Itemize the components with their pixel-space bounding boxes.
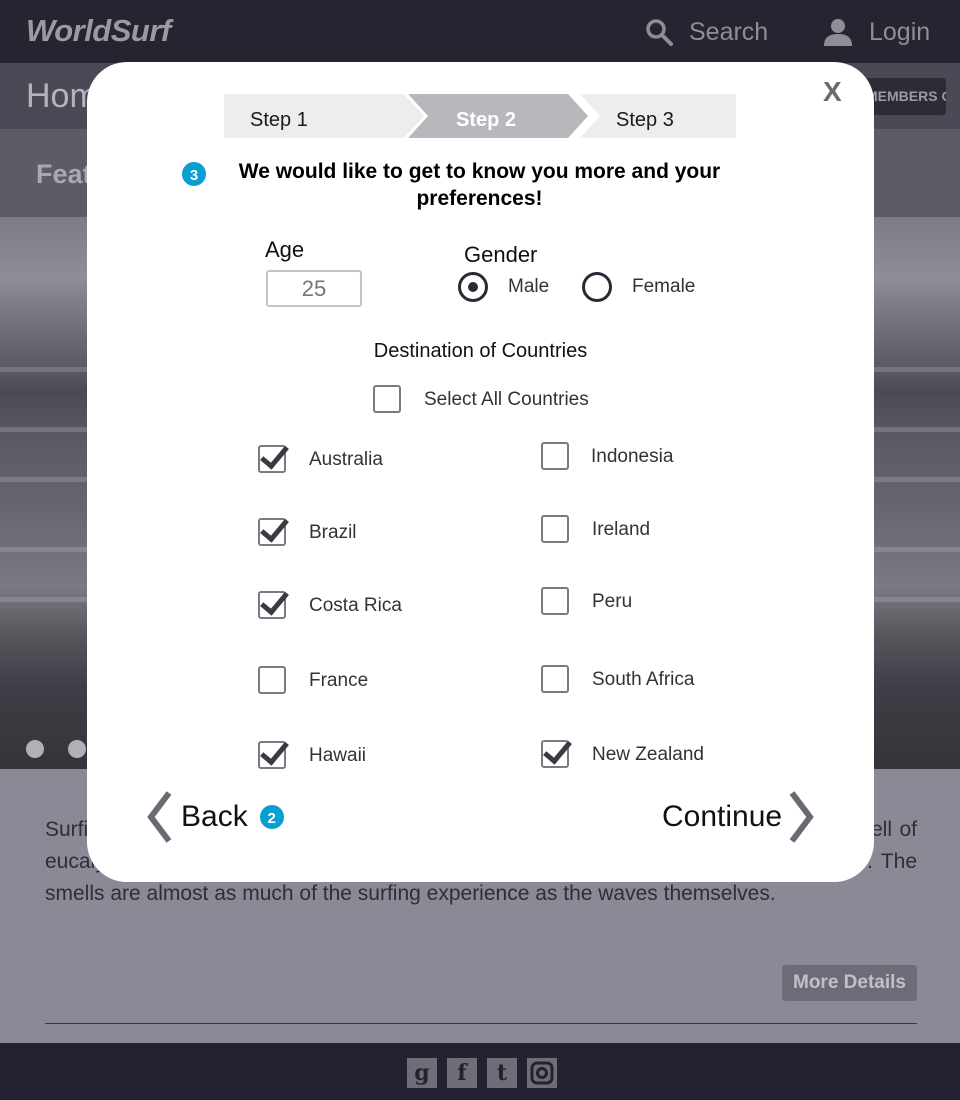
country-checkbox-south-africa[interactable] [541, 665, 569, 693]
modal-heading: We would like to get to know you more an… [238, 160, 721, 210]
country-checkbox-brazil[interactable] [258, 518, 286, 546]
annotation-badge: 3 [180, 160, 208, 188]
country-label-indonesia: Indonesia [591, 446, 674, 467]
search-button[interactable]: Search [645, 16, 768, 48]
country-checkbox-australia[interactable] [258, 445, 286, 473]
instagram-glyph [530, 1061, 554, 1085]
country-checkbox-new-zealand[interactable] [541, 740, 569, 768]
country-label-brazil: Brazil [309, 522, 357, 543]
gender-male-radio[interactable] [458, 272, 488, 302]
country-checkbox-hawaii[interactable] [258, 741, 286, 769]
country-checkbox-indonesia[interactable] [541, 442, 569, 470]
search-icon [646, 19, 673, 46]
country-label-australia: Australia [309, 449, 383, 470]
step-2-tab[interactable]: Step 2 [408, 94, 588, 138]
login-label: Login [869, 17, 931, 46]
country-label-hawaii: Hawaii [309, 745, 367, 766]
country-checkbox-france[interactable] [258, 666, 286, 694]
twitter-icon[interactable]: t [487, 1058, 517, 1088]
back-button[interactable]: Back 2 [145, 789, 286, 845]
continue-label: Continue [662, 800, 783, 833]
select-all-checkbox[interactable] [373, 385, 401, 413]
chevron-right-icon [789, 791, 814, 843]
chevron-left-icon [147, 791, 172, 843]
age-label: Age [265, 237, 305, 262]
search-label: Search [689, 17, 769, 46]
instagram-icon[interactable] [527, 1058, 557, 1088]
google-plus-icon[interactable]: g [407, 1058, 437, 1088]
country-label-peru: Peru [592, 591, 633, 612]
gender-male-label: Male [508, 276, 550, 297]
age-input[interactable] [266, 270, 362, 307]
step-progress: Step 1 Step 2 Step 3 [224, 94, 736, 138]
country-label-ireland: Ireland [592, 519, 651, 540]
country-checkbox-costa-rica[interactable] [258, 591, 286, 619]
login-button[interactable]: Login [823, 16, 930, 48]
step-1-tab[interactable]: Step 1 [224, 94, 424, 138]
top-navigation-bar: WorldSurf Search Login [0, 0, 960, 63]
annotation-badge: 2 [257, 803, 286, 831]
select-all-label: Select All Countries [424, 389, 589, 410]
country-label-costa-rica: Costa Rica [309, 595, 402, 616]
carousel-dot[interactable] [68, 740, 86, 758]
more-details-button[interactable]: More Details [782, 965, 917, 1001]
gender-female-radio[interactable] [582, 272, 612, 302]
gender-label: Gender [464, 242, 538, 267]
footer: g f t [0, 1043, 960, 1100]
step-3-tab[interactable]: Step 3 [580, 94, 736, 138]
continue-button[interactable]: Continue [662, 789, 816, 845]
country-checkbox-ireland[interactable] [541, 515, 569, 543]
country-label-france: France [309, 670, 369, 691]
facebook-icon[interactable]: f [447, 1058, 477, 1088]
preferences-modal: X Step 1 Step 2 Step 3 3 We would like t… [87, 62, 874, 882]
close-button[interactable]: X [823, 76, 842, 108]
user-icon [824, 19, 852, 46]
destination-title: Destination of Countries [373, 340, 588, 362]
gender-female-label: Female [632, 276, 696, 297]
country-label-new-zealand: New Zealand [592, 744, 704, 765]
country-checkbox-peru[interactable] [541, 587, 569, 615]
country-label-south-africa: South Africa [592, 669, 695, 690]
divider [45, 1023, 917, 1024]
back-label: Back [181, 800, 248, 833]
carousel-dot[interactable] [26, 740, 44, 758]
site-logo[interactable]: WorldSurf [26, 13, 171, 49]
